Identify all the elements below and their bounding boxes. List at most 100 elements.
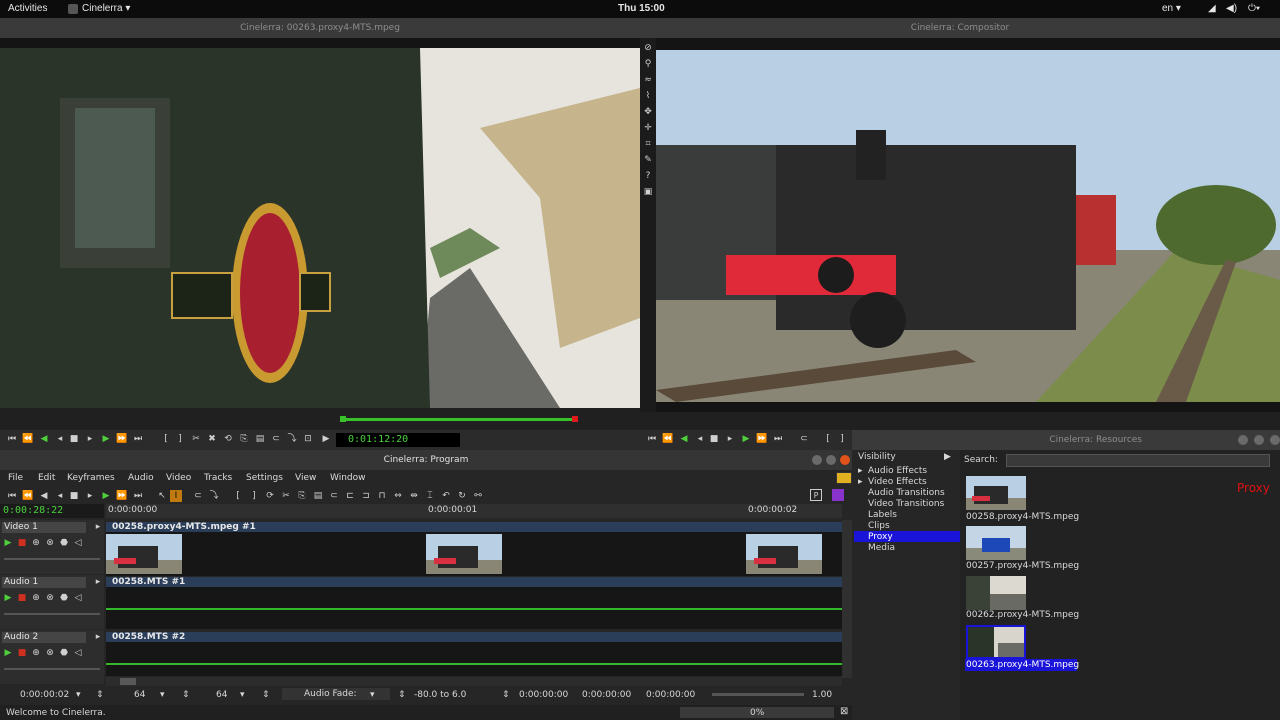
menu-tracks[interactable]: Tracks	[204, 473, 232, 483]
play-icon[interactable]: ▶	[100, 490, 112, 502]
vertical-scrollbar[interactable]	[842, 520, 852, 678]
menu-window[interactable]: Window	[330, 473, 366, 483]
track-name-video-1[interactable]: Video 1	[2, 522, 86, 533]
asset-thumbnail-selected[interactable]	[966, 625, 1026, 659]
rewind-start-icon[interactable]: ⏮	[6, 490, 18, 502]
menu-edit[interactable]: Edit	[38, 473, 55, 483]
mask-icon[interactable]: ≈	[642, 74, 654, 86]
cut-icon[interactable]: ✂	[280, 490, 292, 502]
folder-audio-transitions[interactable]: Audio Transitions	[868, 488, 945, 498]
amp-zoom-value[interactable]: 64	[216, 690, 227, 700]
folder-clips[interactable]: Clips	[868, 521, 890, 531]
selection-end[interactable]: 0:00:00:00	[646, 690, 695, 700]
frame-back-icon[interactable]: ◂	[54, 433, 66, 445]
reverse-play-icon[interactable]: ◀	[678, 433, 690, 445]
play-icon[interactable]: ▶	[100, 433, 112, 445]
overwrite-icon[interactable]: ⤵	[208, 490, 220, 502]
visibility-expand-icon[interactable]: ▶	[944, 452, 951, 462]
cancel-icon[interactable]: ⊠	[840, 706, 848, 717]
fast-reverse-icon[interactable]: ⏪	[22, 433, 34, 445]
folder-expand-icon[interactable]: ▸	[858, 477, 863, 487]
track-expand-icon[interactable]: ▸	[92, 576, 104, 588]
updown-icon[interactable]: ⇕	[96, 690, 104, 700]
sample-zoom-value[interactable]: 64	[134, 690, 145, 700]
in-point-marker[interactable]	[340, 416, 346, 422]
copy-icon[interactable]: ⎘	[296, 490, 308, 502]
arrow-mode-icon[interactable]: ↖	[156, 490, 168, 502]
play-icon[interactable]: ▶	[740, 433, 752, 445]
gang-icon[interactable]: ⚯	[472, 490, 484, 502]
protect-icon[interactable]: ⊘	[642, 42, 654, 54]
track-fader[interactable]	[4, 613, 100, 615]
clock[interactable]: Thu 15:00	[618, 3, 665, 14]
chevron-down-icon[interactable]: ▾	[240, 690, 245, 700]
folder-media[interactable]: Media	[868, 543, 895, 553]
track-draw-icon[interactable]: ⊗	[44, 592, 56, 604]
activities-button[interactable]: Activities	[8, 3, 47, 14]
app-menu[interactable]: Cinelerra ▾	[82, 3, 130, 14]
folder-labels[interactable]: Labels	[868, 510, 897, 520]
help-icon[interactable]: ?	[642, 170, 654, 182]
film-icon[interactable]	[836, 472, 852, 484]
track-mute-icon[interactable]: ◁	[72, 592, 84, 604]
fast-reverse-icon[interactable]: ⏪	[22, 490, 34, 502]
video-edit-label[interactable]: 00258.proxy4-MTS.mpeg #1	[106, 522, 842, 532]
updown-icon[interactable]: ⇕	[398, 690, 406, 700]
undo-icon[interactable]: ↶	[440, 490, 452, 502]
out-point-icon[interactable]: ]	[836, 433, 848, 445]
eyedropper-icon[interactable]: ✎	[642, 154, 654, 166]
clear-inout-icon[interactable]: ✂	[190, 433, 202, 445]
track-expand-keys-icon[interactable]: ⬣	[58, 592, 70, 604]
toggle-label-icon[interactable]: ⟳	[264, 490, 276, 502]
minimize-icon[interactable]	[1238, 435, 1248, 445]
chevron-down-icon[interactable]: ▾	[76, 690, 81, 700]
viewer-timecode[interactable]: 0:01:12:20	[336, 433, 460, 447]
track-expand-icon[interactable]: ▸	[92, 631, 104, 643]
fade-range-value[interactable]: -80.0 to 6.0	[414, 690, 466, 700]
copy-icon[interactable]: ⎘	[238, 433, 250, 445]
menu-keyframes[interactable]: Keyframes	[67, 473, 115, 483]
color-icon[interactable]	[832, 489, 844, 501]
audio2-edit-label[interactable]: 00258.MTS #2	[106, 632, 842, 642]
track-fader[interactable]	[4, 668, 100, 670]
close-icon[interactable]	[840, 455, 850, 465]
track-gang-icon[interactable]: ⊕	[30, 592, 42, 604]
menu-view[interactable]: View	[295, 473, 316, 483]
updown-icon[interactable]: ⇕	[262, 690, 270, 700]
track-draw-icon[interactable]: ⊗	[44, 537, 56, 549]
trim-icon[interactable]: ⌶	[424, 490, 436, 502]
track-record-icon[interactable]: ■	[16, 592, 28, 604]
crop-icon[interactable]: ⌗	[642, 138, 654, 150]
maximize-icon[interactable]	[1254, 435, 1264, 445]
asset-name-selected[interactable]: 00263.proxy4-MTS.mpeg	[966, 660, 1079, 670]
timeline-ruler[interactable]: 0:00:00:00 0:00:00:01 0:00:00:02	[106, 504, 842, 518]
menu-file[interactable]: File	[8, 473, 23, 483]
rewind-start-icon[interactable]: ⏮	[646, 433, 658, 445]
track-expand-keys-icon[interactable]: ⬣	[58, 537, 70, 549]
track-mute-icon[interactable]: ◁	[72, 647, 84, 659]
language-menu[interactable]: en ▾	[1162, 3, 1181, 14]
play-small-icon[interactable]: ▶	[320, 433, 332, 445]
program-position[interactable]: 0:00:28:22	[0, 504, 104, 518]
snap-icon[interactable]: ⊏	[344, 490, 356, 502]
frame-back-icon[interactable]: ◂	[694, 433, 706, 445]
track-name-audio-2[interactable]: Audio 2	[2, 632, 86, 643]
viewer-video[interactable]	[0, 48, 640, 408]
paste-icon[interactable]: ▤	[312, 490, 324, 502]
video-track-content[interactable]	[106, 532, 842, 576]
asset-thumbnail[interactable]	[966, 476, 1026, 510]
viewer-scrub[interactable]	[0, 408, 640, 430]
to-clip-icon[interactable]: ⊡	[302, 433, 314, 445]
track-gang-icon[interactable]: ⊕	[30, 647, 42, 659]
audio1-edit-label[interactable]: 00258.MTS #1	[106, 577, 842, 587]
frame-forward-icon[interactable]: ▸	[84, 490, 96, 502]
zoom-time-value[interactable]: 0:00:00:02	[20, 690, 69, 700]
folder-expand-icon[interactable]: ▸	[858, 466, 863, 476]
track-play-icon[interactable]: ▶	[2, 647, 14, 659]
maximize-icon[interactable]	[826, 455, 836, 465]
track-play-icon[interactable]: ▶	[2, 537, 14, 549]
safe-region-icon[interactable]: ▣	[642, 186, 654, 198]
track-mute-icon[interactable]: ◁	[72, 537, 84, 549]
track-name-audio-1[interactable]: Audio 1	[2, 577, 86, 588]
redo-icon[interactable]: ↻	[456, 490, 468, 502]
